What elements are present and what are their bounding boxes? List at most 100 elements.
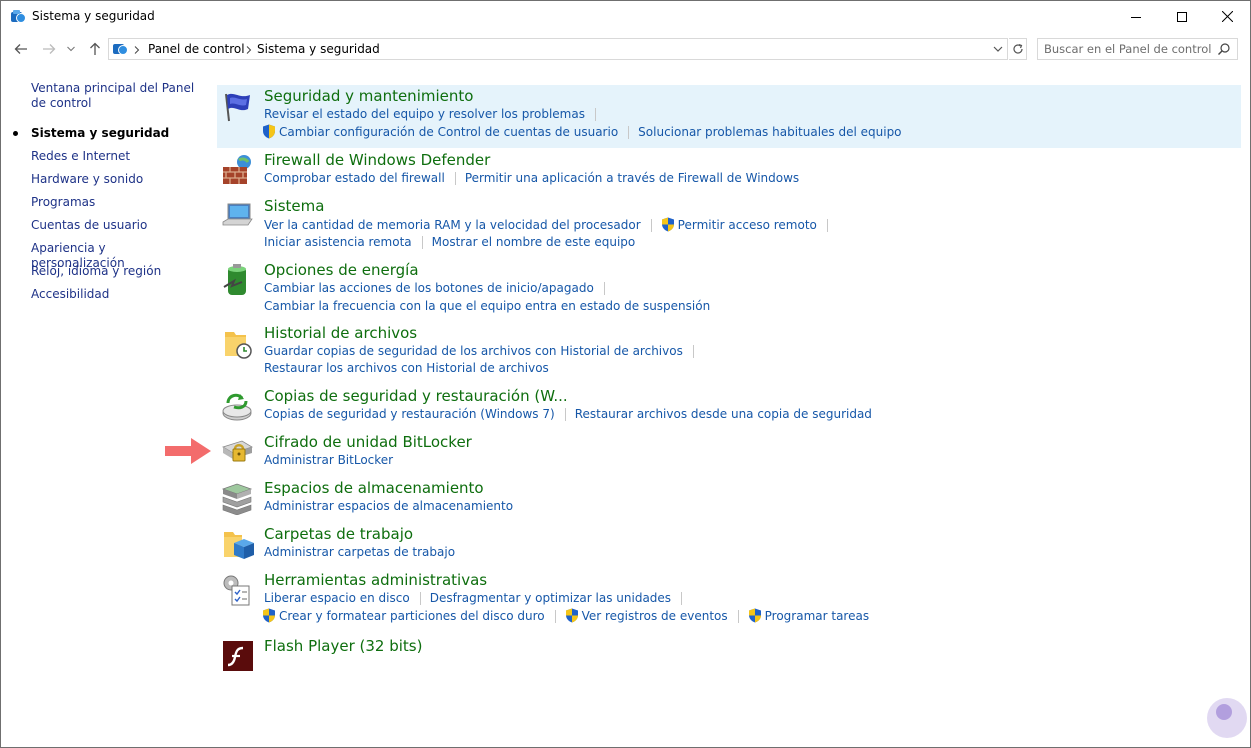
category-title[interactable]: Seguridad y mantenimiento [264,87,473,105]
link-programar-tareas[interactable]: Programar tareas [765,609,869,623]
category-bitlocker: Cifrado de unidad BitLocker Administrar … [217,431,1241,475]
category-title[interactable]: Copias de seguridad y restauración (W... [264,387,568,405]
back-button[interactable] [11,39,31,59]
admin-tools-icon[interactable] [220,573,254,607]
search-icon[interactable] [1217,42,1231,56]
backup-restore-icon[interactable] [220,389,254,423]
control-panel-window: Sistema y seguridad Panel de control Sis… [0,0,1251,748]
nav-item-hardware-y-sonido[interactable]: Hardware y sonido [31,172,203,187]
separator [628,126,630,139]
refresh-icon [1012,43,1023,54]
arrow-right-icon [43,44,56,54]
watermark-logo-icon [1207,698,1247,738]
uac-shield-icon [262,124,276,139]
forward-button[interactable] [39,39,59,59]
link-administrar-carpetas[interactable]: Administrar carpetas de trabajo [264,545,455,559]
nav-item-reloj-idioma-region[interactable]: Reloj, idioma y región [31,264,203,279]
maximize-button[interactable] [1159,1,1205,32]
link-copias-windows7[interactable]: Copias de seguridad y restauración (Wind… [264,407,555,421]
link-asistencia-remota[interactable]: Iniciar asistencia remota [264,235,412,249]
link-guardar-copias[interactable]: Guardar copias de seguridad de los archi… [264,344,683,358]
minimize-icon [1131,16,1141,18]
category-title[interactable]: Flash Player (32 bits) [264,637,422,655]
category-title[interactable]: Firewall de Windows Defender [264,151,490,169]
category-title[interactable]: Carpetas de trabajo [264,525,413,543]
flash-player-icon[interactable] [220,639,254,673]
link-nombre-equipo[interactable]: Mostrar el nombre de este equipo [432,235,636,249]
security-flag-icon[interactable] [220,89,254,123]
breadcrumb-sistema-y-seguridad[interactable]: Sistema y seguridad [257,42,380,56]
window-title: Sistema y seguridad [32,9,155,23]
uac-shield-icon [661,217,675,232]
link-revisar-estado[interactable]: Revisar el estado del equipo y resolver … [264,107,585,121]
nav-control-panel-home[interactable]: Ventana principal del Panel de control [31,81,203,111]
link-registros-eventos[interactable]: Ver registros de eventos [582,609,728,623]
red-arrow-icon [165,438,211,464]
breadcrumb-panel-de-control[interactable]: Panel de control [148,42,245,56]
power-battery-icon[interactable] [220,263,254,297]
title-bar: Sistema y seguridad [1,1,1250,32]
address-bar[interactable]: Panel de control Sistema y seguridad [108,38,1008,60]
link-solucionar-problemas[interactable]: Solucionar problemas habituales del equi… [638,125,901,139]
maximize-icon [1177,11,1187,22]
storage-spaces-icon[interactable] [220,481,254,515]
nav-item-programas[interactable]: Programas [31,195,203,210]
close-button[interactable] [1204,1,1250,32]
category-title[interactable]: Herramientas administrativas [264,571,487,589]
category-copias-seguridad: Copias de seguridad y restauración (W...… [217,385,1241,429]
category-firewall: Firewall de Windows Defender Comprobar e… [217,149,1241,193]
link-permitir-acceso-remoto[interactable]: Permitir acceso remoto [678,218,817,232]
link-restaurar-copia[interactable]: Restaurar archivos desde una copia de se… [575,407,872,421]
separator [594,108,596,121]
separator [454,172,456,185]
nav-item-cuentas-de-usuario[interactable]: Cuentas de usuario [31,218,203,233]
nav-item-accesibilidad[interactable]: Accesibilidad [31,287,203,302]
separator [564,408,566,421]
category-seguridad-mantenimiento: Seguridad y mantenimiento Revisar el est… [217,85,1241,148]
firewall-icon[interactable] [220,153,254,187]
category-opciones-energia: Opciones de energía Cambiar las acciones… [217,259,1241,319]
link-restaurar-archivos[interactable]: Restaurar los archivos con Historial de … [264,361,549,375]
minimize-button[interactable] [1113,1,1159,32]
system-computer-icon[interactable] [220,199,254,233]
uac-shield-icon [565,608,579,623]
link-acciones-botones[interactable]: Cambiar las acciones de los botones de i… [264,281,594,295]
nav-item-sistema-y-seguridad[interactable]: Sistema y seguridad [31,126,203,141]
link-liberar-espacio[interactable]: Liberar espacio en disco [264,591,410,605]
separator [681,592,683,605]
file-history-icon[interactable] [220,326,254,360]
link-cambiar-uac[interactable]: Cambiar configuración de Control de cuen… [279,125,618,139]
navigation-bar: Panel de control Sistema y seguridad [1,32,1250,66]
nav-item-redes-e-internet[interactable]: Redes e Internet [31,149,203,164]
link-administrar-espacios[interactable]: Administrar espacios de almacenamiento [264,499,513,513]
control-panel-icon [113,44,128,55]
separator [650,219,652,232]
category-sistema: Sistema Ver la cantidad de memoria RAM y… [217,195,1241,255]
work-folders-icon[interactable] [220,527,254,561]
link-comprobar-firewall[interactable]: Comprobar estado del firewall [264,171,445,185]
link-crear-particiones[interactable]: Crear y formatear particiones del disco … [279,609,545,623]
link-administrar-bitlocker[interactable]: Administrar BitLocker [264,453,393,467]
category-title[interactable]: Historial de archivos [264,324,417,342]
up-button[interactable] [85,39,105,59]
search-box[interactable] [1037,38,1238,60]
recent-locations-button[interactable] [64,39,78,59]
link-desfragmentar[interactable]: Desfragmentar y optimizar las unidades [430,591,671,605]
bitlocker-icon[interactable] [220,435,254,469]
link-frecuencia-suspension[interactable]: Cambiar la frecuencia con la que el equi… [264,299,710,313]
link-permitir-aplicacion[interactable]: Permitir una aplicación a través de Fire… [465,171,799,185]
link-ver-memoria-ram[interactable]: Ver la cantidad de memoria RAM y la velo… [264,218,641,232]
refresh-button[interactable] [1009,38,1027,60]
category-flash-player: Flash Player (32 bits) [217,635,1241,671]
separator [421,236,423,249]
category-title[interactable]: Cifrado de unidad BitLocker [264,433,472,451]
separator [554,610,556,623]
category-title[interactable]: Sistema [264,197,324,215]
category-title[interactable]: Opciones de energía [264,261,419,279]
category-title[interactable]: Espacios de almacenamiento [264,479,484,497]
search-input[interactable] [1044,41,1214,57]
category-historial-archivos: Historial de archivos Guardar copias de … [217,322,1241,382]
category-carpetas-trabajo: Carpetas de trabajo Administrar carpetas… [217,523,1241,567]
chevron-down-icon[interactable] [991,42,1005,56]
category-herramientas-administrativas: Herramientas administrativas Liberar esp… [217,569,1241,629]
